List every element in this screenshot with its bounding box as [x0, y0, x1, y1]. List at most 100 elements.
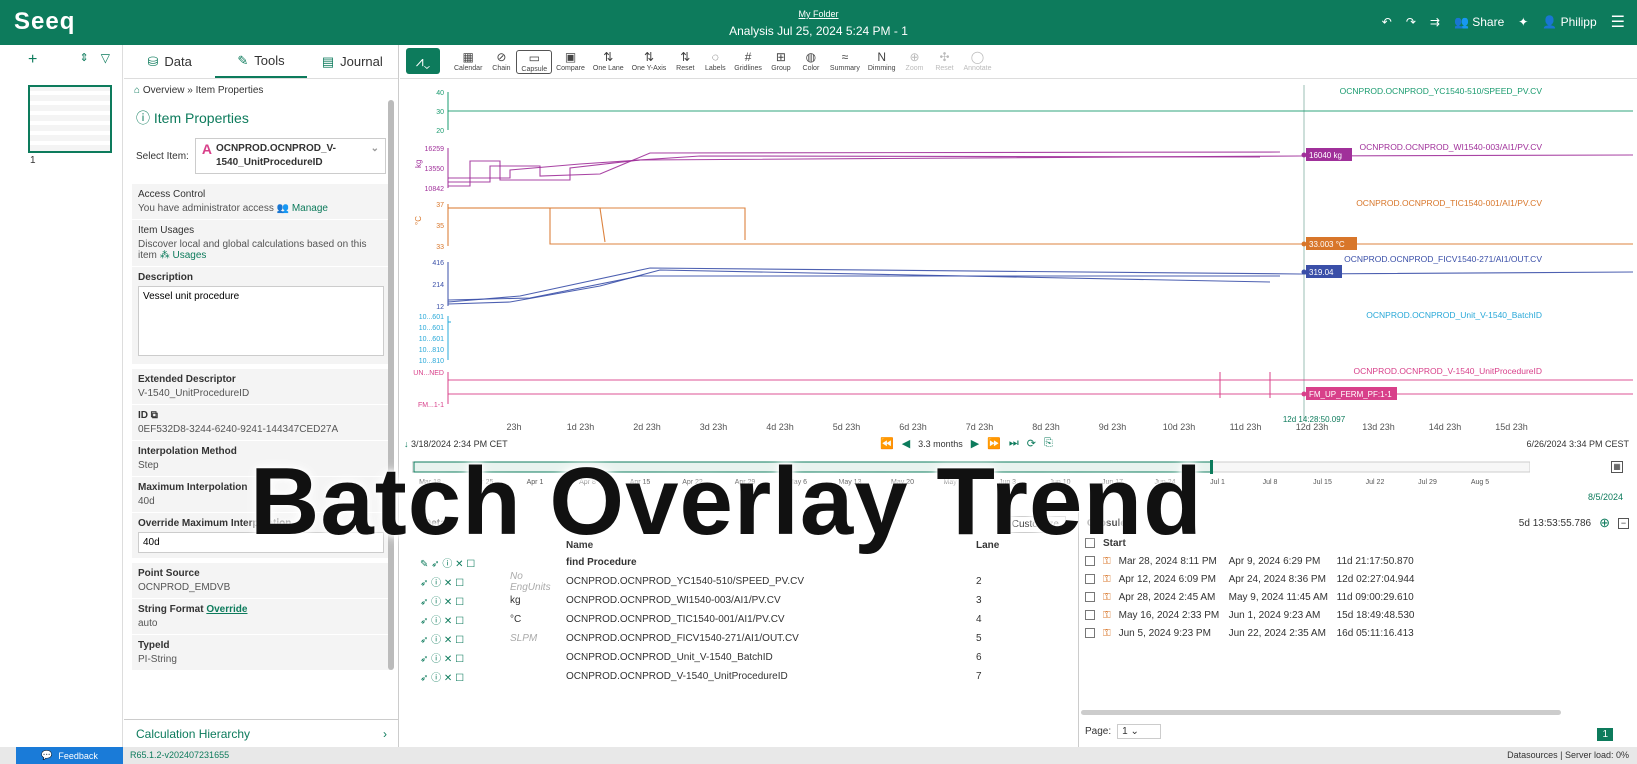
details-row[interactable]: ➶ ⓘ ✕ ☐ °C OCNPROD.OCNPROD_TIC1540-001/AI1… [400, 610, 1072, 629]
capsule-end: Apr 24, 2024 8:36 PM [1228, 573, 1326, 585]
tab-tools[interactable]: ✎ Tools [215, 45, 307, 78]
toolbar-one-lane-button[interactable]: ⇅ One Lane [589, 50, 628, 74]
overlay-title: Batch Overlay Trend [250, 448, 1203, 555]
string-signal-icon: A [201, 141, 212, 157]
one-lane-icon: ⇅ [603, 50, 614, 64]
capsule-checkbox[interactable] [1085, 628, 1095, 638]
collapse-icon[interactable]: − [1618, 517, 1629, 529]
toolbar-compare-button[interactable]: ▣ Compare [552, 50, 589, 74]
toolbar-capsule-button[interactable]: ▭ Capsule [516, 50, 553, 74]
row-action-icons[interactable]: ➶ ⓘ ✕ ☐ [400, 650, 510, 665]
tab-data[interactable]: ⛁ Data [124, 45, 215, 78]
page-label: Page: [1085, 726, 1112, 737]
details-row[interactable]: ➶ ⓘ ✕ ☐ OCNPROD.OCNPROD_Unit_V-1540_Batch… [400, 648, 1072, 667]
capsule-checkbox[interactable] [1085, 574, 1095, 584]
trend-chart[interactable]: 40 30 20 OCNPROD.OCNPROD_YC1540-510/SPEED_P… [400, 80, 1637, 435]
copy-icon[interactable]: ⧉ [151, 410, 158, 421]
cursor-point [1301, 241, 1307, 247]
panel-scrollbar[interactable] [388, 100, 394, 670]
y-tick-label: 30 [436, 109, 444, 116]
row-action-icons[interactable]: ➶ ⓘ ✕ ☐ [400, 593, 510, 608]
toolbar-dimming-button[interactable]: N Dimming [864, 50, 900, 74]
usages-label-link: Usages [172, 250, 207, 261]
series-label: OCNPROD.OCNPROD_V-1540_UnitProcedureID [1354, 366, 1542, 376]
panel-title: ⓘ Item Properties [124, 102, 398, 134]
details-row[interactable]: ➶ ⓘ ✕ ☐ OCNPROD.OCNPROD_V-1540_UnitProced… [400, 667, 1072, 686]
redo-icon[interactable]: ↷ [1406, 15, 1416, 29]
capsule-row[interactable]: ⚿ Apr 28, 2024 2:45 AM May 9, 2024 11:45 A… [1079, 588, 1637, 606]
toolbar-one-y-axis-button[interactable]: ⇅ One Y-Axis [628, 50, 671, 74]
side-panel: ⛁ Data ✎ Tools ▤ Journal ⌂ Overview » Item … [124, 45, 399, 747]
row-action-icons[interactable]: ✎ ➶ ⓘ ✕ ☐ [400, 555, 510, 570]
worksheet-thumbnail[interactable] [28, 85, 112, 153]
sparkle-icon[interactable]: ✦ [1518, 15, 1528, 29]
description-textarea[interactable] [138, 286, 384, 356]
capsule-row[interactable]: ⚿ May 16, 2024 2:33 PM Jun 1, 2024 9:23 AM… [1079, 606, 1637, 624]
overview-tick: Jul 15 [1313, 479, 1332, 486]
toolbar-reset-button[interactable]: ⇅ Reset [670, 50, 700, 74]
tab-journal[interactable]: ▤ Journal [307, 45, 398, 78]
details-row[interactable]: ➶ ⓘ ✕ ☐ No EngUnits OCNPROD.OCNPROD_YC1540… [400, 571, 1072, 593]
toolbar-gridlines-button[interactable]: # Gridlines [730, 50, 766, 74]
toolbar-label: Reset [676, 65, 695, 72]
row-unit: °C [510, 614, 522, 625]
capsule-checkbox[interactable] [1085, 610, 1095, 620]
toolbar-chain-button[interactable]: ⊘ Chain [486, 50, 516, 74]
type-label: TypeId [138, 640, 170, 651]
trend-view-button[interactable]: ⩘⌄ [406, 48, 440, 74]
capsule-start: May 16, 2024 2:33 PM [1118, 609, 1220, 621]
page-number-button[interactable]: 1 [1597, 728, 1613, 741]
capsule-row[interactable]: ⚿ Jun 5, 2024 9:23 PM Jun 22, 2024 2:35 AM… [1079, 624, 1637, 642]
y-tick-label: 10...601 [419, 325, 444, 332]
undo-icon[interactable]: ↶ [1382, 15, 1392, 29]
row-action-icons[interactable]: ➶ ⓘ ✕ ☐ [400, 574, 510, 589]
toolbar-reset-button[interactable]: ✣ Reset [930, 50, 960, 74]
capsule-row[interactable]: ⚿ Apr 12, 2024 6:09 PM Apr 24, 2024 8:36 P… [1079, 570, 1637, 588]
sort-icon[interactable]: ⇕ [80, 51, 89, 69]
capsules-hscroll[interactable] [1081, 710, 1561, 715]
row-action-icons[interactable]: ➶ ⓘ ✕ ☐ [400, 669, 510, 684]
overview-zoom-icon[interactable]: ▦ [1611, 461, 1623, 473]
capsule-checkbox[interactable] [1085, 556, 1095, 566]
row-action-icons[interactable]: ➶ ⓘ ✕ ☐ [400, 612, 510, 627]
end-time[interactable]: 6/26/2024 3:34 PM CEST [1526, 439, 1629, 449]
series-trace [448, 154, 1634, 187]
usages-link[interactable]: ⁂ Usages [160, 250, 207, 261]
toolbar-group-button[interactable]: ⊞ Group [766, 50, 796, 74]
x-tick-label: 4d 23h [766, 422, 794, 432]
capsule-icon: ⚿ [1103, 609, 1111, 621]
override-link[interactable]: Override [206, 604, 247, 615]
share-button[interactable]: 👥 Share [1454, 15, 1504, 29]
usages-label: Item Usages [138, 225, 195, 236]
select-item-dropdown[interactable]: A OCNPROD.OCNPROD_V-1540_UnitProcedureID ⌄ [194, 138, 386, 174]
capsule-checkbox[interactable] [1085, 592, 1095, 602]
toolbar-label: Capsule [521, 66, 548, 73]
toolbar-summary-button[interactable]: ≈ Summary [826, 50, 864, 74]
toolbar-calendar-button[interactable]: ▦ Calendar [450, 50, 486, 74]
details-row[interactable]: ➶ ⓘ ✕ ☐ kg OCNPROD.OCNPROD_WI1540-003/AI1/… [400, 591, 1072, 610]
user-menu[interactable]: 👤 Philipp [1542, 15, 1596, 29]
filter-icon[interactable]: ▽ [101, 51, 110, 69]
toolbar-color-button[interactable]: ◍ Color [796, 50, 826, 74]
row-action-icons[interactable]: ➶ ⓘ ✕ ☐ [400, 631, 510, 646]
redo-all-icon[interactable]: ⇉ [1430, 15, 1440, 29]
hamburger-menu-icon[interactable]: ☰ [1611, 12, 1625, 32]
capsule-start: Apr 12, 2024 6:09 PM [1118, 573, 1216, 585]
page-select[interactable]: 1 ⌄ [1117, 724, 1162, 739]
add-worksheet-icon[interactable]: + [28, 51, 37, 69]
manage-link[interactable]: 👥 Manage [277, 203, 328, 214]
zoom-icon[interactable]: ⊕ [1599, 515, 1610, 531]
x-tick-label: 1d 23h [567, 422, 595, 432]
calculation-hierarchy[interactable]: Calculation Hierarchy › [124, 719, 399, 747]
toolbar-zoom-button[interactable]: ⊕ Zoom [900, 50, 930, 74]
row-name: OCNPROD.OCNPROD_V-1540_UnitProcedureID [566, 671, 788, 682]
server-status[interactable]: Datasources | Server load: 0% [1507, 750, 1629, 760]
details-row[interactable]: ➶ ⓘ ✕ ☐ SLPM OCNPROD.OCNPROD_FICV1540-271/… [400, 629, 1072, 648]
toolbar-annotate-button[interactable]: ◯ Annotate [960, 50, 996, 74]
home-icon: ⌂ [134, 85, 141, 96]
feedback-button[interactable]: 💬 Feedback [16, 747, 123, 764]
breadcrumb[interactable]: ⌂ Overview » Item Properties [124, 79, 398, 102]
toolbar-labels-button[interactable]: ◌ Labels [700, 50, 730, 74]
series-trace [448, 207, 606, 243]
x-tick-label: 6d 23h [899, 422, 927, 432]
